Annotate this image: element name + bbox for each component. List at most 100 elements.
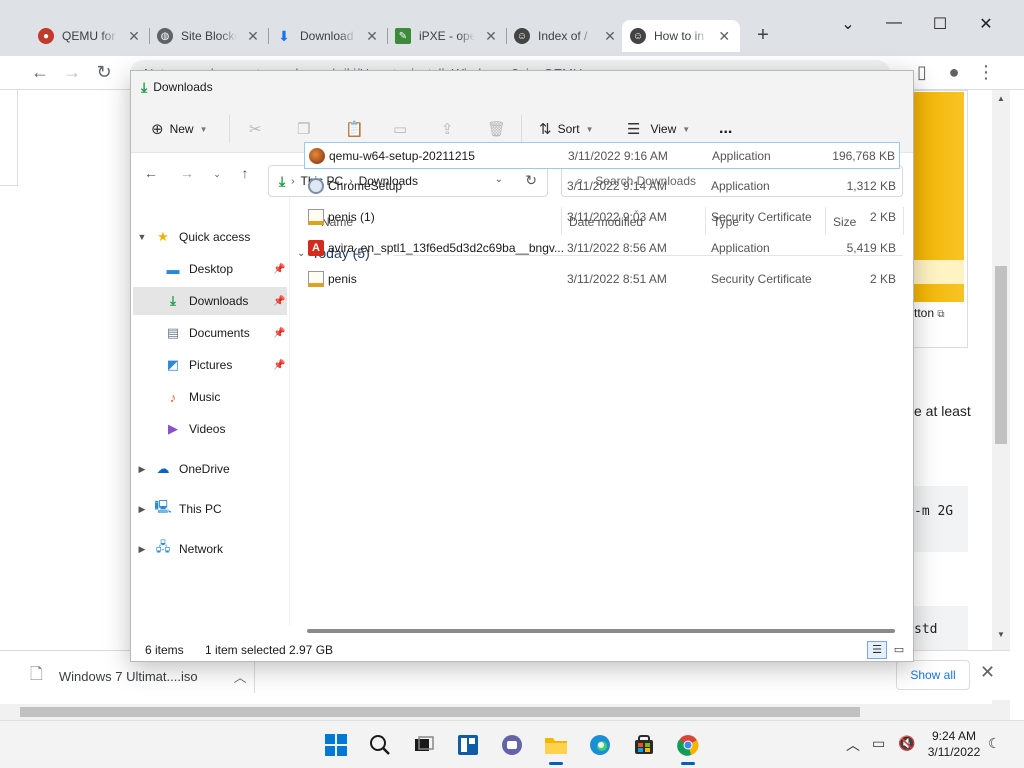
avira-icon: A: [308, 240, 324, 256]
horizontal-scrollbar[interactable]: [0, 704, 1010, 720]
navigation-pane: ▼ ★ Quick access ▬ Desktop 📌 ⤓ Downloads…: [131, 197, 289, 625]
focus-assist-icon[interactable]: ☾: [988, 735, 1001, 752]
profile-icon[interactable]: ●: [942, 61, 966, 85]
scissors-icon: ✂: [249, 121, 262, 138]
forward-arrow-icon[interactable]: →: [177, 165, 197, 181]
show-all-button[interactable]: Show all: [896, 660, 970, 690]
tab-how-to-install[interactable]: ☺ How to in ✕: [622, 20, 740, 52]
file-explorer-taskbar-button[interactable]: [542, 731, 570, 765]
sidebar-item-downloads[interactable]: ⤓ Downloads 📌: [133, 287, 287, 315]
start-button[interactable]: [322, 731, 350, 759]
windows-logo-icon: [325, 734, 347, 756]
file-row[interactable]: penis (1) 3/11/2022 9:03 AM Security Cer…: [304, 204, 900, 231]
menu-icon[interactable]: ⋮: [974, 61, 998, 85]
chrome-taskbar-button[interactable]: [674, 731, 702, 765]
sort-button[interactable]: ⇅ Sort ▼: [539, 117, 594, 141]
download-arrow-icon: ⤓: [141, 78, 148, 95]
back-arrow-icon[interactable]: ←: [141, 165, 161, 181]
edge-icon: [590, 735, 610, 755]
up-arrow-icon[interactable]: ↑: [235, 165, 255, 181]
close-icon[interactable]: ✕: [364, 28, 380, 45]
view-button[interactable]: ☰ View ▼: [627, 117, 690, 141]
sidebar-item-pictures[interactable]: ◩ Pictures 📌: [133, 351, 287, 379]
download-item[interactable]: 🗋 Windows 7 Ultimat....iso ︿: [30, 663, 247, 690]
volume-muted-icon[interactable]: 🔇: [898, 735, 915, 752]
tab-strip: ● QEMU for ✕ ◍ Site Blocke ✕ ⬇ Download …: [0, 0, 1024, 56]
tab-ipxe[interactable]: ✎ iPXE - ope ✕: [387, 20, 507, 52]
page-scrollbar[interactable]: ▲ ▼: [992, 90, 1010, 704]
sidebar-item-desktop[interactable]: ▬ Desktop 📌: [133, 255, 287, 283]
new-tab-button[interactable]: +: [751, 24, 775, 48]
maximize-button[interactable]: ☐: [928, 14, 952, 34]
tab-qemu[interactable]: ● QEMU for ✕: [30, 20, 150, 52]
explorer-title-bar[interactable]: ⤓ Downloads: [131, 71, 913, 103]
delete-button[interactable]: 🗑: [487, 117, 506, 141]
web-icon: ☺: [514, 28, 530, 44]
details-view-button[interactable]: ☰: [867, 641, 887, 659]
star-icon: ★: [157, 229, 169, 244]
download-filename: Windows 7 Ultimat....iso: [58, 669, 198, 684]
chevron-up-icon[interactable]: ︿: [846, 735, 860, 755]
recent-locations-icon[interactable]: ⌄: [207, 169, 227, 180]
close-icon[interactable]: ✕: [716, 28, 732, 45]
teams-chat-button[interactable]: [498, 731, 526, 759]
tab-download[interactable]: ⬇ Download ✕: [268, 20, 388, 52]
file-row[interactable]: A avira_en_sptl1_13f6ed5d3d2c69ba__bngv.…: [304, 235, 900, 262]
sidebar-item-quick-access[interactable]: ▼ ★ Quick access: [137, 223, 287, 251]
new-button[interactable]: ⊕ New ▼: [151, 117, 208, 141]
download-icon: ⬇: [278, 27, 290, 44]
close-icon[interactable]: ✕: [483, 28, 499, 45]
edge-button[interactable]: [586, 731, 614, 759]
paste-button[interactable]: 📋: [345, 117, 364, 141]
close-icon[interactable]: ✕: [126, 28, 142, 45]
sidebar-item-music[interactable]: ♪ Music: [133, 383, 287, 411]
clock[interactable]: 9:24 AM 3/11/2022: [922, 728, 986, 760]
selection-size: 2.97 GB: [289, 643, 334, 657]
tab-title: iPXE - ope: [419, 29, 475, 43]
file-row[interactable]: penis 3/11/2022 8:51 AM Security Certifi…: [304, 266, 900, 293]
file-list-scrollbar[interactable]: [307, 629, 895, 633]
tiles-view-button[interactable]: ▭: [889, 641, 909, 659]
plus-circle-icon: ⊕: [151, 121, 164, 138]
close-icon[interactable]: ✕: [980, 662, 995, 683]
task-view-button[interactable]: [410, 731, 438, 759]
cut-button[interactable]: ✂: [249, 117, 262, 141]
scrollbar-thumb[interactable]: [20, 707, 860, 717]
reload-button[interactable]: ↻: [92, 61, 116, 85]
store-button[interactable]: [630, 731, 658, 759]
tab-search-button[interactable]: ⌄: [836, 14, 860, 34]
sidebar-item-videos[interactable]: ▶ Videos: [133, 415, 287, 443]
search-button[interactable]: [366, 731, 394, 759]
back-button[interactable]: ←: [28, 61, 52, 85]
chevron-right-icon[interactable]: ▶: [137, 504, 147, 515]
scrollbar-thumb[interactable]: [995, 266, 1007, 444]
sidebar-item-this-pc[interactable]: ▶ 🖳 This PC: [137, 495, 287, 523]
tab-site-blocker[interactable]: ◍ Site Blocke ✕: [149, 20, 269, 52]
tab-title: Download: [300, 29, 354, 43]
share-button[interactable]: ⇪: [441, 117, 454, 141]
task-view-icon: [415, 736, 434, 751]
minimize-button[interactable]: —: [882, 14, 906, 32]
file-row[interactable]: qemu-w64-setup-20211215 3/11/2022 9:16 A…: [304, 142, 900, 169]
chevron-down-icon[interactable]: ▼: [137, 232, 147, 242]
chevron-right-icon[interactable]: ▶: [137, 464, 147, 475]
share-icon: ⇪: [441, 121, 454, 138]
forward-button[interactable]: →: [60, 61, 84, 85]
sidebar-item-network[interactable]: ▶ 🖧 Network: [137, 535, 287, 563]
file-row[interactable]: ChromeSetup 3/11/2022 9:14 AM Applicatio…: [304, 173, 900, 200]
rename-button[interactable]: ▭: [393, 117, 407, 141]
close-window-button[interactable]: ✕: [974, 14, 998, 34]
sidebar-item-onedrive[interactable]: ▶ ☁ OneDrive: [137, 455, 287, 483]
close-icon[interactable]: ✕: [245, 28, 261, 45]
chevron-up-icon[interactable]: ︿: [234, 667, 247, 686]
copy-icon: ❐: [297, 121, 311, 138]
sidebar-item-documents[interactable]: ▤ Documents 📌: [133, 319, 287, 347]
display-icon[interactable]: ▭: [872, 735, 885, 752]
widgets-button[interactable]: [454, 731, 482, 759]
more-options-button[interactable]: ...: [719, 117, 732, 141]
tab-index[interactable]: ☺ Index of / ✕: [506, 20, 626, 52]
chevron-right-icon[interactable]: ▶: [137, 544, 147, 555]
folder-icon: [545, 738, 567, 754]
copy-button[interactable]: ❐: [297, 117, 310, 141]
close-icon[interactable]: ✕: [602, 28, 618, 45]
